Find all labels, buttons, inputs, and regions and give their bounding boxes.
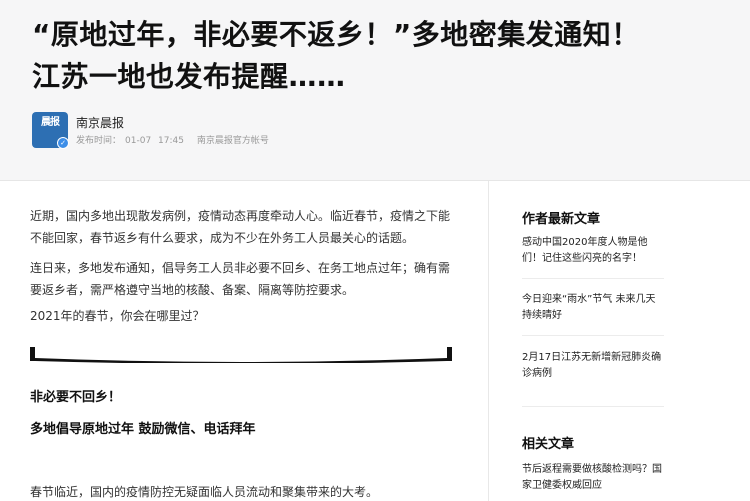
latest-article-3[interactable]: 2月17日江苏无新增新冠肺炎确诊病例 xyxy=(522,350,664,382)
publish-meta: 发布时间： 01-07 17:45 南京晨报官方帐号 xyxy=(76,133,273,146)
related-articles-heading: 相关文章 xyxy=(522,437,575,452)
page-title: “原地过年，非必要不返乡！”多地密集发通知！ 江苏一地也发布提醒…… xyxy=(32,14,732,98)
subhead-2: 多地倡导原地过年 鼓励微信、电话拜年 xyxy=(30,422,256,437)
sidebar-separator xyxy=(522,278,664,279)
paragraph-1: 近期，国内多地出现散发病例，疫情动态再度牵动人心。临近春节，疫情之下能不能回家，… xyxy=(30,209,451,245)
sidebar-separator xyxy=(522,335,664,336)
account-label: 南京晨报官方帐号 xyxy=(196,136,269,146)
paragraph-2: 连日来，多地发布通知，倡导务工人员非必要不回乡、在务工地点过年；确有需要返乡者，… xyxy=(30,261,451,297)
sidebar-divider xyxy=(488,181,489,501)
article-header: “原地过年，非必要不返乡！”多地密集发通知！ 江苏一地也发布提醒…… 晨报 ✓ … xyxy=(0,0,750,181)
publish-label: 发布时间： xyxy=(76,136,122,146)
sidebar-separator xyxy=(522,406,664,407)
author-name[interactable]: 南京晨报 xyxy=(76,114,124,131)
latest-articles-heading: 作者最新文章 xyxy=(522,212,601,227)
section-divider-image xyxy=(30,347,452,363)
avatar-text: 晨报 xyxy=(41,117,60,128)
latest-article-2[interactable]: 今日迎来“雨水”节气 未来几天持续晴好 xyxy=(522,292,664,324)
latest-article-1[interactable]: 感动中国2020年度人物是他们！记住这些闪亮的名字！ xyxy=(522,235,664,267)
paragraph-4: 春节临近，国内的疫情防控无疑面临人员流动和聚集带来的大考。 xyxy=(30,485,379,499)
publish-time: 17:45 xyxy=(158,136,184,146)
title-line-1: “原地过年，非必要不返乡！”多地密集发通知！ xyxy=(32,18,640,51)
paragraph-3: 2021年的春节，你会在哪里过？ xyxy=(30,309,205,323)
title-line-2: 江苏一地也发布提醒…… xyxy=(32,60,346,93)
related-article-1[interactable]: 节后返程需要做核酸检测吗？国家卫健委权威回应 xyxy=(522,462,664,494)
verified-badge-icon: ✓ xyxy=(57,137,69,149)
subhead-1: 非必要不回乡！ xyxy=(30,390,122,405)
publish-date: 01-07 xyxy=(125,136,152,146)
